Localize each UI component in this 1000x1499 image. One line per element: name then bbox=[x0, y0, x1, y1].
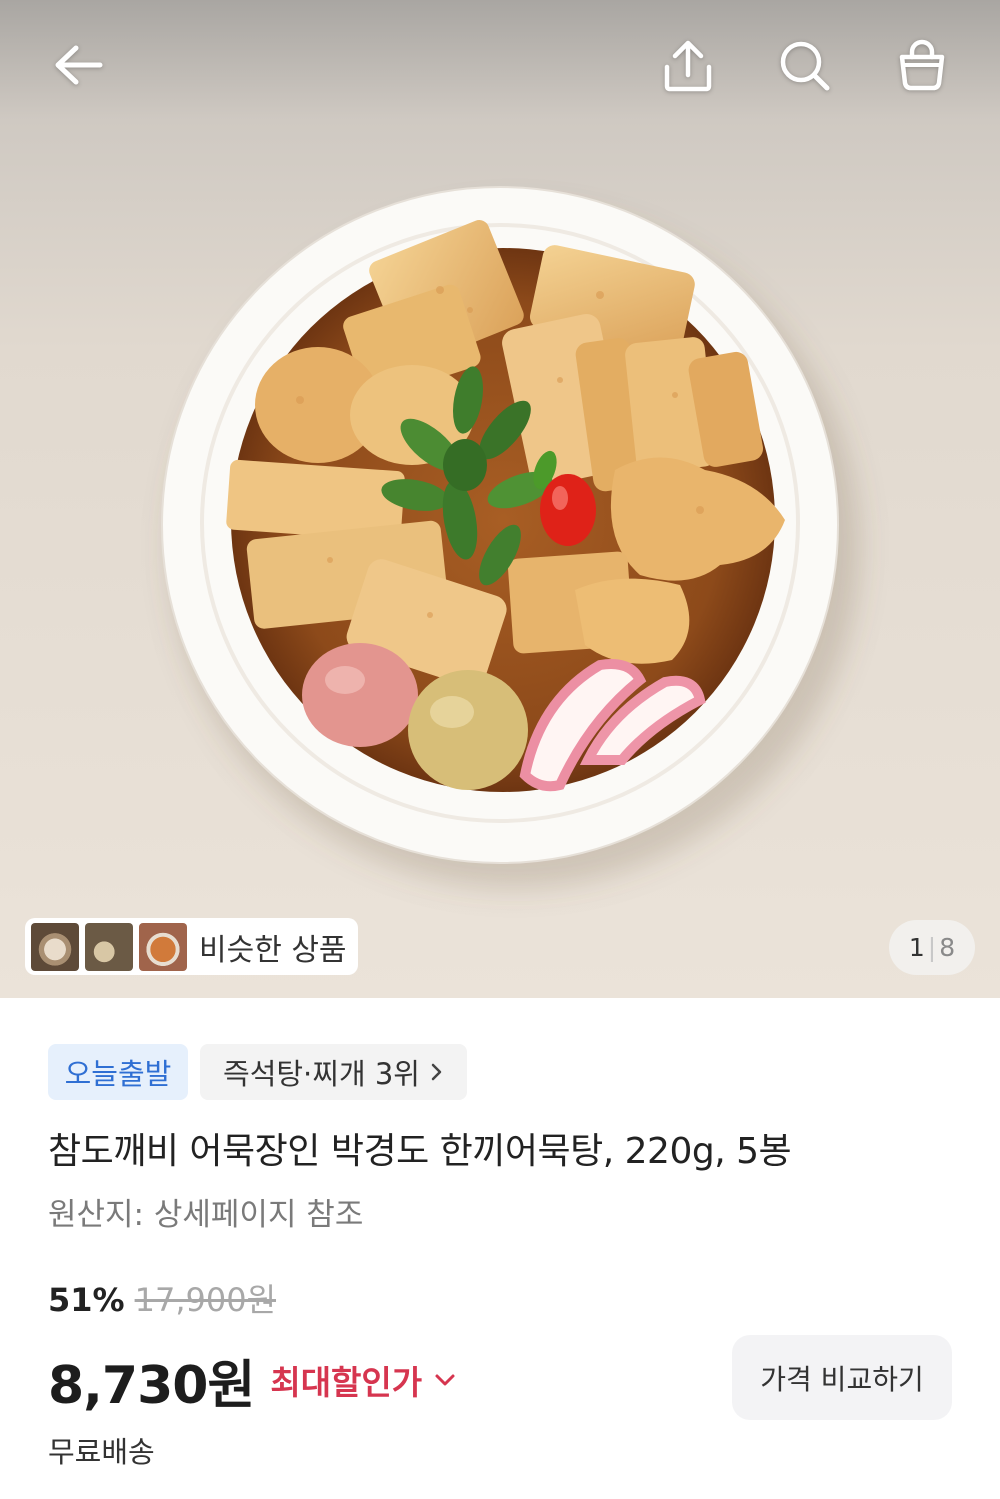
similar-product-thumbnail bbox=[31, 922, 79, 971]
original-price: 17,900원 bbox=[134, 1281, 277, 1319]
max-discount-toggle[interactable] bbox=[434, 1373, 456, 1387]
compare-price-button[interactable]: 가격 비교하기 bbox=[732, 1335, 952, 1420]
discount-row: 51% 17,900원 bbox=[48, 1278, 276, 1322]
share-button[interactable] bbox=[660, 38, 716, 94]
similar-product-thumbnail bbox=[139, 922, 187, 971]
similar-products-label: 비슷한 상품 bbox=[199, 932, 347, 968]
image-counter-separator: | bbox=[927, 933, 937, 962]
image-counter: 1 | 8 bbox=[889, 920, 975, 975]
cart-button[interactable] bbox=[894, 37, 950, 93]
back-button[interactable] bbox=[50, 37, 106, 93]
search-icon bbox=[780, 41, 830, 91]
sale-price: 8,730원 bbox=[48, 1355, 255, 1416]
share-icon bbox=[664, 40, 712, 92]
shipping-today-badge: 오늘출발 bbox=[48, 1044, 188, 1100]
similar-products-button[interactable]: 비슷한 상품 bbox=[25, 918, 358, 975]
free-shipping-label: 무료배송 bbox=[48, 1435, 155, 1469]
category-rank-tag[interactable]: 즉석탕·찌개 3위 bbox=[200, 1044, 467, 1100]
chevron-right-icon bbox=[431, 1063, 442, 1081]
category-rank-label: 즉석탕·찌개 3위 bbox=[223, 1057, 420, 1091]
price-row: 8,730원 최대할인가 bbox=[48, 1346, 456, 1416]
image-counter-current: 1 bbox=[908, 933, 925, 962]
similar-product-thumbnail bbox=[85, 922, 133, 971]
product-origin: 원산지: 상세페이지 참조 bbox=[48, 1197, 364, 1233]
max-discount-label[interactable]: 최대할인가 bbox=[270, 1356, 422, 1404]
search-button[interactable] bbox=[777, 38, 833, 94]
image-counter-total: 8 bbox=[939, 933, 956, 962]
product-title: 참도깨비 어묵장인 박경도 한끼어묵탕, 220g, 5봉 bbox=[48, 1131, 792, 1172]
product-image bbox=[0, 0, 1000, 998]
arrow-left-icon bbox=[55, 45, 103, 85]
shipping-today-label: 오늘출발 bbox=[64, 1057, 172, 1091]
chevron-down-icon bbox=[435, 1374, 455, 1386]
discount-rate: 51% bbox=[48, 1281, 125, 1319]
product-image-gallery[interactable]: 비슷한 상품 1 | 8 bbox=[0, 0, 1000, 998]
shopping-bag-icon bbox=[899, 39, 945, 91]
